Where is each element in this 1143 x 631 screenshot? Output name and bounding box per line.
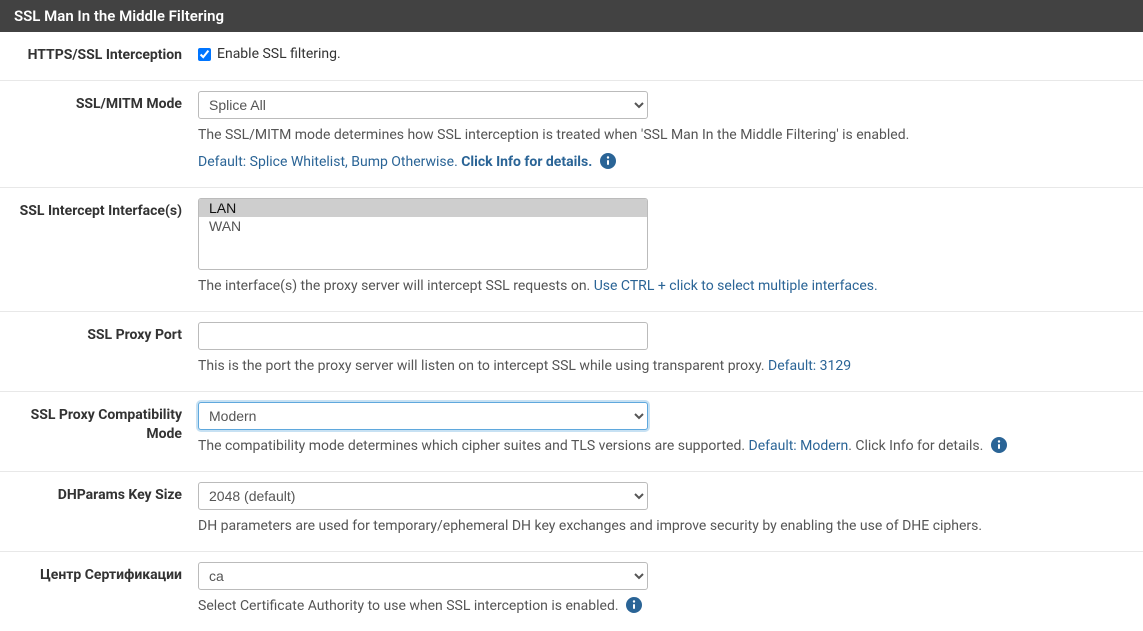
intercept-interfaces-select[interactable]: LAN WAN [198, 198, 648, 270]
label-intercept-interfaces: SSL Intercept Interface(s) [8, 198, 198, 297]
field-dhparams: 2048 (default) DH parameters are used fo… [198, 482, 1135, 537]
intercept-ctrl-hint: Use CTRL + click to select multiple inte… [594, 278, 878, 294]
enable-ssl-filtering-text: Enable SSL filtering. [217, 46, 341, 62]
info-icon[interactable] [600, 153, 616, 169]
label-compat-mode: SSL Proxy Compatibility Mode [8, 402, 198, 457]
ssl-mode-click-info: Click Info for details. [461, 154, 592, 170]
label-cert-authority: Центр Сертификации [8, 562, 198, 617]
compat-mode-select[interactable]: Modern [198, 402, 648, 430]
proxy-port-help-text: This is the port the proxy server will l… [198, 358, 768, 374]
compat-default: Default: Modern [749, 438, 849, 454]
ssl-mitm-panel: SSL Man In the Middle Filtering HTTPS/SS… [0, 0, 1143, 631]
proxy-port-help: This is the port the proxy server will l… [198, 356, 1121, 377]
row-cert-authority: Центр Сертификации ca Select Certificate… [0, 552, 1143, 631]
cert-authority-select[interactable]: ca [198, 562, 648, 590]
proxy-port-default: Default: 3129 [768, 358, 851, 374]
ssl-mode-default-text: Default: Splice Whitelist, Bump Otherwis… [198, 154, 461, 170]
proxy-port-input[interactable] [198, 322, 648, 350]
intercept-help-text: The interface(s) the proxy server will i… [198, 278, 594, 294]
label-dhparams: DHParams Key Size [8, 482, 198, 537]
dhparams-select[interactable]: 2048 (default) [198, 482, 648, 510]
row-intercept-interfaces: SSL Intercept Interface(s) LAN WAN The i… [0, 188, 1143, 312]
row-compat-mode: SSL Proxy Compatibility Mode Modern The … [0, 392, 1143, 472]
cert-authority-help-text: Select Certificate Authority to use when… [198, 598, 619, 614]
enable-ssl-filtering-label[interactable]: Enable SSL filtering. [198, 42, 1121, 66]
enable-ssl-filtering-checkbox[interactable] [198, 48, 211, 61]
field-intercept-interfaces: LAN WAN The interface(s) the proxy serve… [198, 198, 1135, 297]
row-interception: HTTPS/SSL Interception Enable SSL filter… [0, 32, 1143, 81]
interface-option-lan[interactable]: LAN [199, 199, 647, 217]
interface-option-wan[interactable]: WAN [199, 217, 647, 235]
info-icon[interactable] [991, 437, 1007, 453]
label-interception: HTTPS/SSL Interception [8, 42, 198, 66]
field-cert-authority: ca Select Certificate Authority to use w… [198, 562, 1135, 617]
compat-mode-help: The compatibility mode determines which … [198, 436, 1121, 457]
field-compat-mode: Modern The compatibility mode determines… [198, 402, 1135, 457]
label-ssl-mode: SSL/MITM Mode [8, 91, 198, 173]
cert-authority-help: Select Certificate Authority to use when… [198, 596, 1121, 617]
ssl-mode-help-2: Default: Splice Whitelist, Bump Otherwis… [198, 152, 1121, 173]
field-ssl-mode: Splice All The SSL/MITM mode determines … [198, 91, 1135, 173]
row-dhparams: DHParams Key Size 2048 (default) DH para… [0, 472, 1143, 552]
label-proxy-port: SSL Proxy Port [8, 322, 198, 377]
field-proxy-port: This is the port the proxy server will l… [198, 322, 1135, 377]
ssl-mode-help-1: The SSL/MITM mode determines how SSL int… [198, 125, 1121, 146]
intercept-interfaces-help: The interface(s) the proxy server will i… [198, 276, 1121, 297]
row-proxy-port: SSL Proxy Port This is the port the prox… [0, 312, 1143, 392]
compat-help-tail: . Click Info for details. [848, 438, 983, 454]
info-icon[interactable] [626, 597, 642, 613]
field-interception: Enable SSL filtering. [198, 42, 1135, 66]
dhparams-help: DH parameters are used for temporary/eph… [198, 516, 1121, 537]
compat-help-text: The compatibility mode determines which … [198, 438, 749, 454]
row-ssl-mode: SSL/MITM Mode Splice All The SSL/MITM mo… [0, 81, 1143, 188]
ssl-mode-select[interactable]: Splice All [198, 91, 648, 119]
panel-title: SSL Man In the Middle Filtering [0, 0, 1143, 32]
